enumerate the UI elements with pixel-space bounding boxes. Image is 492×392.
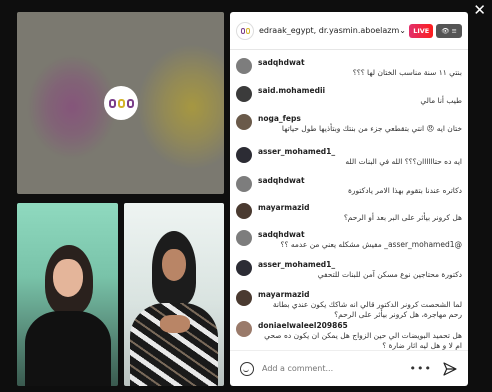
guest-video-right — [124, 203, 224, 386]
comments-panel: edraak_egypt, dr.yasmin.aboelazm⌄ LIVE 👁… — [230, 12, 468, 386]
panel-header: edraak_egypt, dr.yasmin.aboelazm⌄ LIVE 👁… — [230, 12, 468, 50]
guest-video-left — [17, 203, 118, 386]
comment-item: mayarmazid لما الشحصت كرونر الدكتور قالي… — [236, 288, 462, 322]
avatar[interactable] — [236, 290, 252, 306]
comment-text: بنتي ١١ سنة مناسب الختان لها ؟؟؟ — [352, 68, 462, 77]
comment-username[interactable]: sadqhdwat — [258, 230, 305, 239]
comment-text: لما الشحصت كرونر الدكتور قالي انه شاكك ي… — [272, 300, 462, 319]
avatar[interactable] — [236, 58, 252, 74]
viewers-badge[interactable]: 👁 ≡ — [436, 23, 462, 38]
comment-username[interactable]: noga_feps — [258, 114, 301, 123]
comment-text: ايه ده حتاااااان؟؟؟ الله في البنات الله — [345, 157, 462, 166]
comment-text: هل كرونر بيأثر على البر بعد أو الرحم؟ — [343, 213, 462, 222]
comment-item: noga_feps ختان ايه 😠 انتي بتقطعي جزء من … — [236, 112, 462, 146]
host-video — [17, 12, 224, 194]
avatar[interactable] — [236, 86, 252, 102]
comment-text: طيب أنا مالي — [420, 96, 462, 105]
comment-username[interactable]: sadqhdwat — [258, 176, 305, 185]
comment-username[interactable]: sadqhdwat — [258, 58, 305, 67]
live-title-text: edraak_egypt, dr.yasmin.aboelazm — [259, 26, 400, 35]
comment-username[interactable]: said.mohamedii — [258, 86, 325, 95]
comment-input[interactable] — [262, 364, 400, 373]
send-icon[interactable] — [442, 361, 458, 377]
comment-text: ختان ايه 😠 انتي بتقطعي جزء من بنتك وبتأذ… — [281, 124, 462, 133]
live-title[interactable]: edraak_egypt, dr.yasmin.aboelazm⌄ — [259, 26, 406, 35]
comment-composer: ••• — [230, 350, 468, 386]
comment-text: هل تحميد البويضات الي حين الزواج هل يمكن… — [264, 331, 462, 350]
avatar[interactable] — [236, 230, 252, 246]
comment-username[interactable]: mayarmazid — [258, 290, 309, 299]
account-logo-icon[interactable] — [236, 21, 254, 40]
avatar[interactable] — [236, 147, 252, 163]
chevron-down-icon[interactable]: ⌄ — [399, 26, 406, 35]
comment-username[interactable]: asser_mohamed1_ — [258, 147, 335, 156]
comment-item: sadqhdwat @asser_mohamed1_ مفيش مشكله يع… — [236, 228, 462, 262]
comment-item: asser_mohamed1_ دكتورة محتاجين نوع مسكن … — [236, 258, 462, 292]
more-options-icon[interactable]: ••• — [410, 362, 432, 375]
avatar[interactable] — [236, 260, 252, 276]
comment-text: دكتورة محتاجين نوع مسكن آمن للبنات للتحف… — [317, 270, 462, 279]
emoji-icon[interactable] — [240, 361, 254, 376]
avatar[interactable] — [236, 114, 252, 130]
comment-text: @asser_mohamed1_ مفيش مشكله يعني من عدمه… — [280, 240, 462, 249]
host-logo-icon — [104, 86, 138, 120]
avatar[interactable] — [236, 203, 252, 219]
live-badge: LIVE — [409, 23, 434, 38]
comment-list[interactable]: sadqhdwat بنتي ١١ سنة مناسب الختان لها ؟… — [230, 52, 468, 350]
comment-text: دكاتره عندنا بتقوم بهذا الامر يادكتورة — [347, 186, 462, 195]
comment-username[interactable]: mayarmazid — [258, 203, 309, 212]
comment-item: doniaelwaleel209865 هل تحميد البويضات ال… — [236, 319, 462, 350]
avatar[interactable] — [236, 176, 252, 192]
close-icon[interactable]: ✕ — [473, 3, 486, 18]
comment-username[interactable]: doniaelwaleel209865 — [258, 321, 348, 330]
avatar[interactable] — [236, 321, 252, 337]
comment-username[interactable]: asser_mohamed1_ — [258, 260, 335, 269]
